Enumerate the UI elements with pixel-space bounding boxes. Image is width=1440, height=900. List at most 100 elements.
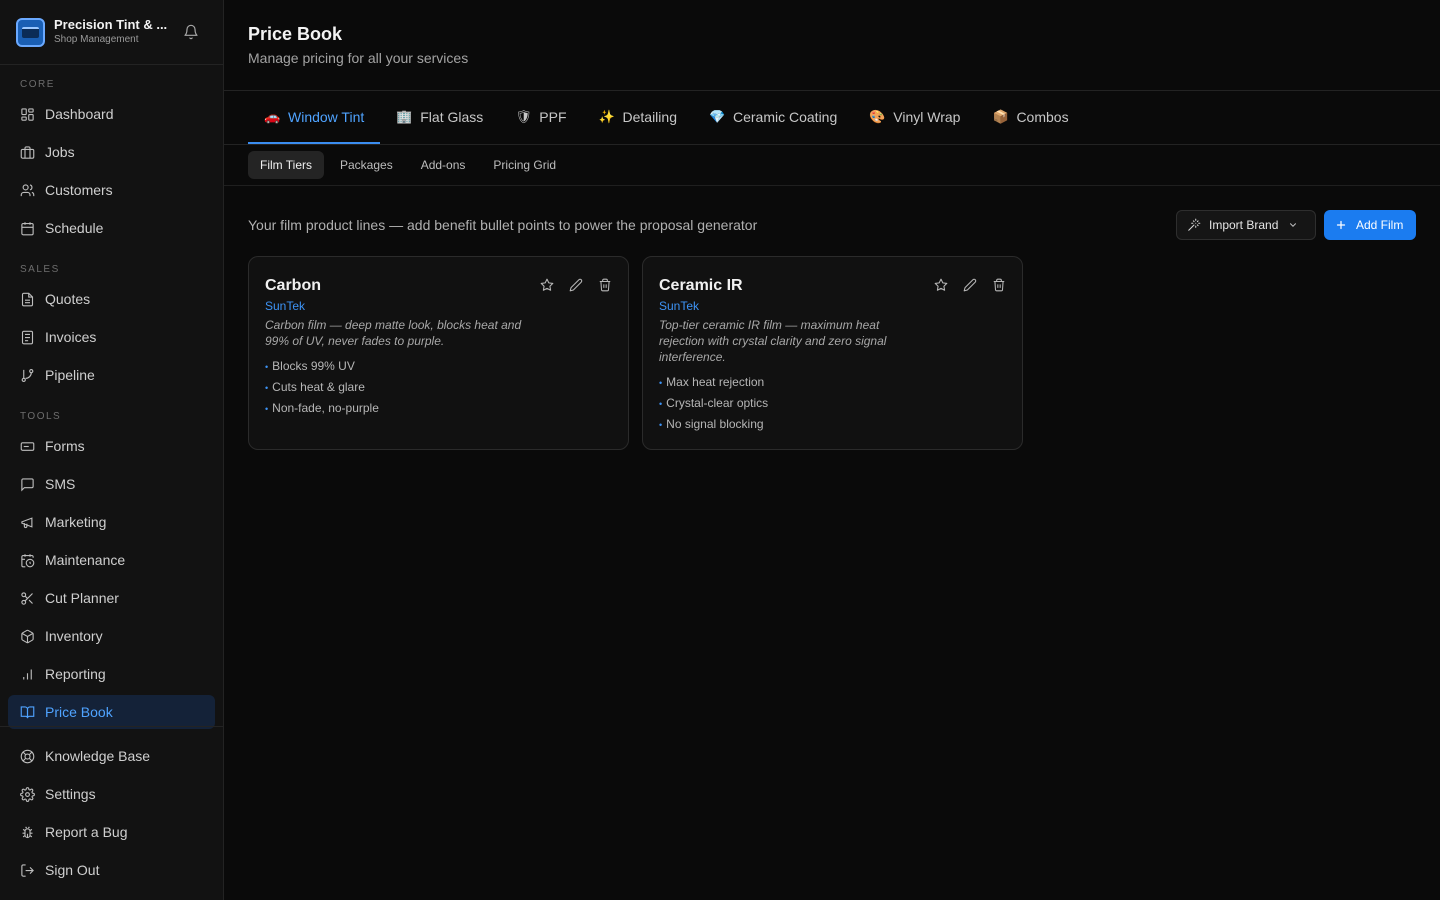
tab-label: PPF [539,109,567,125]
bell-icon[interactable] [183,23,199,41]
file-text-icon [20,292,35,307]
sidebar-item-label: SMS [45,476,76,492]
sidebar-item-label: Sign Out [45,862,100,878]
tab-ceramic-coating[interactable]: 💎 Ceramic Coating [693,90,853,144]
sidebar-item-label: Settings [45,786,96,802]
brand-name: Precision Tint & ... [54,17,168,32]
bar-chart-icon [20,667,35,682]
life-buoy-icon [20,749,35,764]
briefcase-icon [20,145,35,160]
subtab-film-tiers[interactable]: Film Tiers [248,151,324,179]
tab-label: Window Tint [288,109,365,125]
star-icon[interactable] [934,278,948,292]
brand-subtitle: Shop Management [54,34,139,45]
tab-window-tint[interactable]: 🚗 Window Tint [248,90,381,144]
bullet-item: • Max heat rejection [659,375,765,389]
subtab-packages[interactable]: Packages [328,151,405,179]
tab-detailing[interactable]: ✨ Detailing [583,90,693,144]
film-card: Carbon SunTek Carbon film — deep matte l… [248,256,629,450]
users-icon [20,183,35,198]
sidebar-item-forms[interactable]: Forms [8,429,215,463]
sidebar-item-marketing[interactable]: Marketing [8,505,215,539]
sidebar-item-label: Knowledge Base [45,748,151,764]
sidebar-item-inventory[interactable]: Inventory [8,619,215,653]
import-brand-label: Import Brand [1209,218,1279,232]
sidebar-item-label: Inventory [45,628,103,644]
sidebar-item-label: Price Book [45,704,113,720]
building-icon: 🏢 [396,109,413,124]
bullet-text: Blocks 99% UV [272,359,355,373]
sidebar-item-pipeline[interactable]: Pipeline [8,358,215,392]
box-icon: 📦 [992,109,1009,124]
bullet-item: • Crystal-clear optics [659,396,769,410]
page-subtitle: Manage pricing for all your services [248,50,469,66]
tab-label: Ceramic Coating [732,109,838,125]
brand-logo [16,17,45,47]
calendar-clock-icon [20,553,35,568]
tab-label: Vinyl Wrap [893,109,961,125]
palette-icon: 🎨 [869,109,886,124]
bug-icon [20,825,35,840]
tab-vinyl-wrap[interactable]: 🎨 Vinyl Wrap [853,90,976,144]
sidebar-item-label: Cut Planner [45,590,119,606]
import-brand-button[interactable]: Import Brand [1176,210,1316,240]
sidebar-item-jobs[interactable]: Jobs [8,135,215,169]
film-cards: Carbon SunTek Carbon film — deep matte l… [248,256,1023,450]
toolbar-description: Your film product lines — add benefit bu… [248,217,758,233]
message-square-icon [20,477,35,492]
sidebar-item-dashboard[interactable]: Dashboard [8,97,215,131]
trash-icon[interactable] [598,278,612,292]
sidebar-item-report-bug[interactable]: Report a Bug [8,815,215,849]
bullet-text: Max heat rejection [666,375,765,389]
page-header: Price Book Manage pricing for all your s… [224,0,1440,91]
sidebar-item-label: Customers [45,182,113,198]
tab-combos[interactable]: 📦 Combos [976,90,1084,144]
pencil-icon[interactable] [963,278,977,292]
sidebar-item-sms[interactable]: SMS [8,467,215,501]
sidebar-item-label: Report a Bug [45,824,128,840]
sparkles-icon: ✨ [598,109,615,124]
sidebar-item-label: Quotes [45,291,91,307]
sidebar-item-schedule[interactable]: Schedule [8,211,215,245]
form-icon [20,439,35,454]
subtab-pricing-grid[interactable]: Pricing Grid [481,151,568,179]
sidebar-item-cut-planner[interactable]: Cut Planner [8,581,215,615]
sidebar-item-quotes[interactable]: Quotes [8,282,215,316]
tab-flat-glass[interactable]: 🏢 Flat Glass [380,90,499,144]
sidebar-item-label: Pipeline [45,367,95,383]
scissors-icon [20,591,35,606]
page-title: Price Book [248,24,343,44]
car-icon: 🚗 [264,109,281,124]
sidebar-divider [0,726,223,727]
book-open-icon [20,705,35,720]
tab-ppf[interactable]: 🛡 PPF [499,90,582,144]
film-brand: SunTek [265,299,306,313]
sidebar-item-reporting[interactable]: Reporting [8,657,215,691]
git-branch-icon [20,368,35,383]
sidebar-item-invoices[interactable]: Invoices [8,320,215,354]
sidebar-item-maintenance[interactable]: Maintenance [8,543,215,577]
section-label-core: CORE [20,79,55,90]
add-film-button[interactable]: Add Film [1324,210,1416,240]
sidebar-item-price-book[interactable]: Price Book [8,695,215,729]
megaphone-icon [20,515,35,530]
plus-icon [1335,219,1347,231]
sidebar-item-sign-out[interactable]: Sign Out [8,853,215,887]
film-card: Ceramic IR SunTek Top-tier ceramic IR fi… [642,256,1023,450]
sidebar-item-label: Marketing [45,514,107,530]
star-icon[interactable] [540,278,554,292]
film-bullets: • Max heat rejection • Crystal-clear optic… [659,372,1006,435]
sidebar-item-settings[interactable]: Settings [8,777,215,811]
sidebar-item-label: Maintenance [45,552,126,568]
subtab-add-ons[interactable]: Add-ons [409,151,478,179]
section-label-tools: TOOLS [20,411,62,422]
section-label-sales: SALES [20,264,60,275]
pencil-icon[interactable] [569,278,583,292]
toolbar: Your film product lines — add benefit bu… [224,186,1440,256]
tab-label: Flat Glass [420,109,484,125]
sidebar-item-label: Schedule [45,220,104,236]
brand-header: Precision Tint & ... Shop Management [0,0,223,65]
sidebar-item-customers[interactable]: Customers [8,173,215,207]
sidebar-item-knowledge-base[interactable]: Knowledge Base [8,739,215,773]
trash-icon[interactable] [992,278,1006,292]
